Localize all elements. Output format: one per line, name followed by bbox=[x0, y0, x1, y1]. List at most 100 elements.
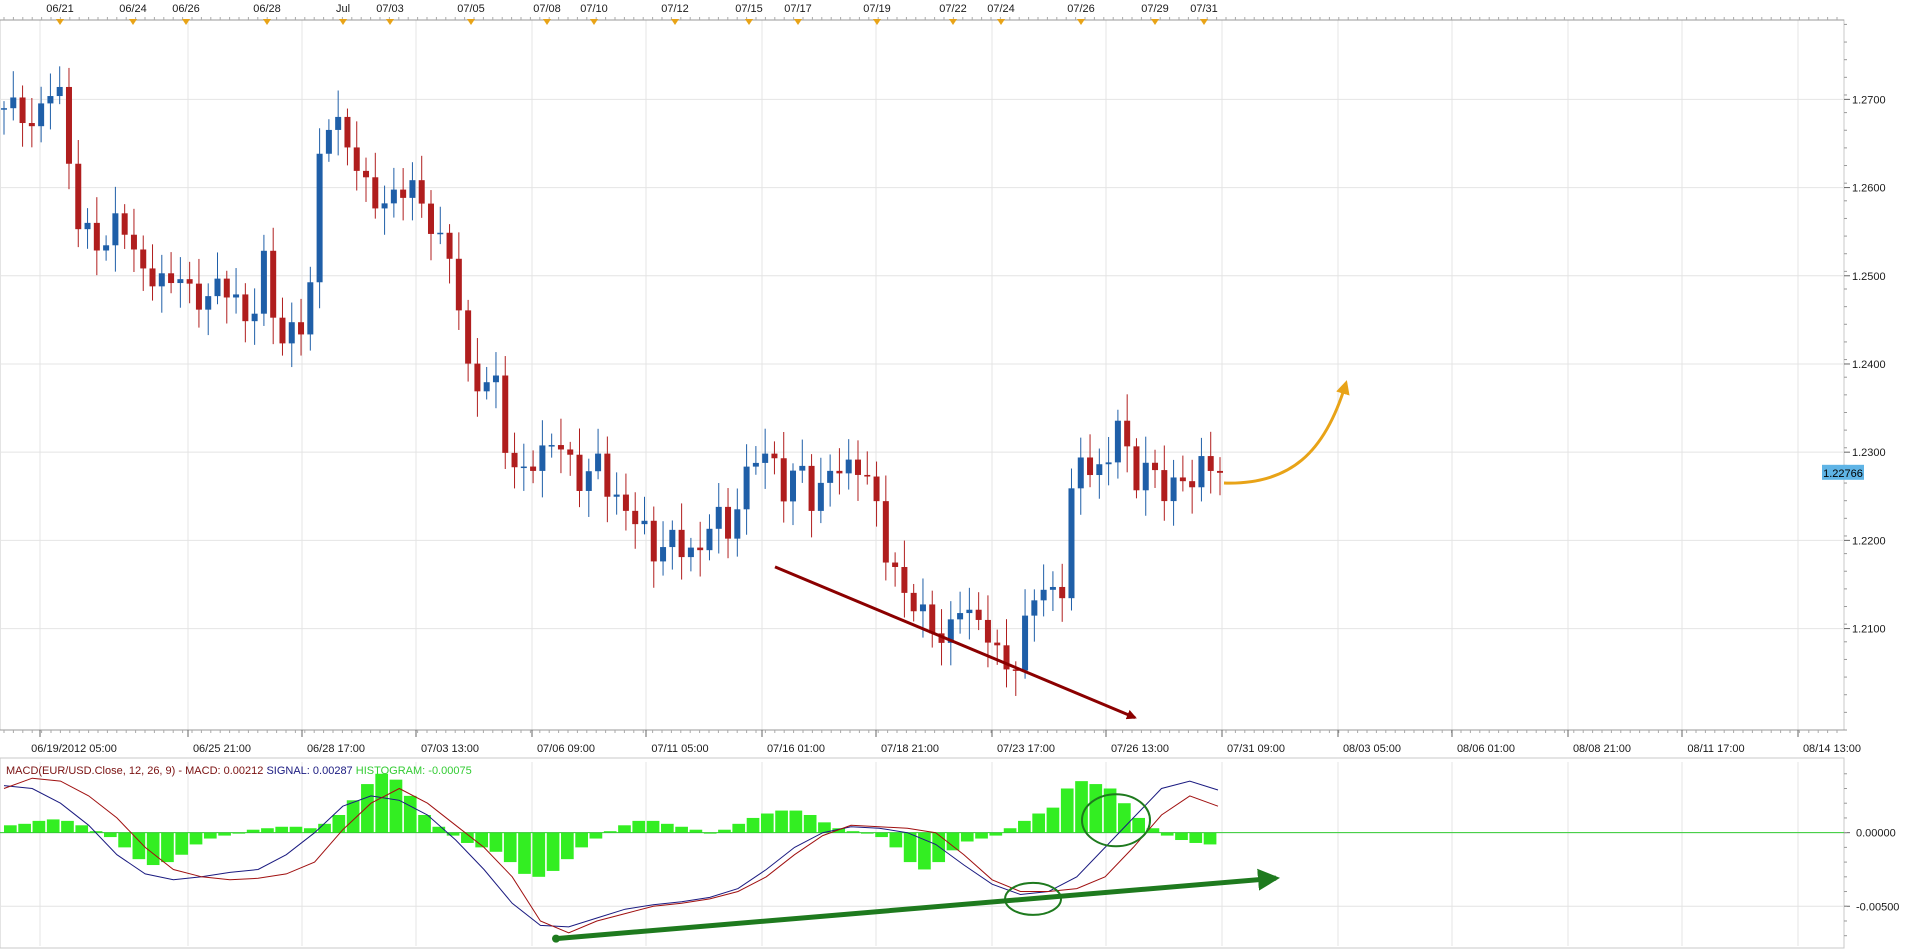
candle-down bbox=[854, 459, 861, 475]
price-plot-area bbox=[0, 19, 1845, 731]
histogram-bar bbox=[1060, 788, 1074, 833]
candle-down bbox=[632, 510, 639, 525]
candle-down bbox=[1189, 481, 1196, 488]
macd-y-axis: 0.00000 -0.00500 bbox=[1844, 773, 1899, 937]
price-y-axis: 1.2100 1.2200 1.2300 1.2400 1.2500 1.2600 1.27… bbox=[1844, 23, 1886, 731]
candle-up bbox=[492, 375, 499, 383]
candle-down bbox=[604, 453, 611, 497]
candle-down bbox=[808, 465, 815, 511]
candle-up bbox=[919, 604, 926, 612]
histogram-bar bbox=[4, 825, 17, 833]
histogram-bar bbox=[189, 832, 203, 845]
candle-up bbox=[10, 97, 17, 109]
macd-y-tick-label: -0.00500 bbox=[1856, 901, 1899, 913]
candle-down bbox=[242, 294, 249, 322]
top-date-label: 07/26 bbox=[1067, 3, 1095, 15]
candle-up bbox=[103, 245, 110, 251]
y-tick-label: 1.2100 bbox=[1852, 624, 1886, 636]
candle-up bbox=[715, 506, 722, 529]
histogram-bar bbox=[361, 784, 374, 833]
histogram-bar bbox=[75, 825, 89, 833]
macd-title: MACD(EUR/USD.Close, 12, 26, 9) - MACD: 0… bbox=[6, 765, 472, 777]
candle-down bbox=[279, 317, 286, 344]
candle-up bbox=[1077, 457, 1084, 489]
histogram-bar bbox=[960, 832, 974, 842]
candle-up bbox=[84, 222, 91, 230]
candle-up bbox=[585, 471, 592, 491]
top-date-label: 07/10 bbox=[580, 3, 608, 15]
candle-up bbox=[548, 445, 555, 447]
candle-up bbox=[307, 282, 314, 335]
candle-down bbox=[1133, 446, 1140, 491]
last-price-tag: 1.22766 bbox=[1822, 464, 1864, 480]
histogram-bar bbox=[389, 779, 403, 833]
candle-down bbox=[1059, 586, 1066, 599]
histogram-bar bbox=[1203, 832, 1217, 845]
candle-down bbox=[149, 268, 156, 287]
candle-down bbox=[186, 279, 193, 284]
y-tick-label: 1.2200 bbox=[1852, 535, 1886, 547]
candle-down bbox=[725, 506, 732, 539]
y-tick-label: 1.2300 bbox=[1852, 447, 1886, 459]
candle-up bbox=[38, 103, 45, 127]
candle-down bbox=[353, 147, 360, 171]
histogram-bar bbox=[732, 823, 746, 833]
histogram-value-label: HISTOGRAM: -0.00075 bbox=[356, 765, 472, 777]
candle-up bbox=[641, 520, 648, 525]
top-date-label: 07/22 bbox=[939, 3, 967, 15]
candle-down bbox=[418, 180, 425, 204]
candle-down bbox=[557, 445, 564, 450]
candle-up bbox=[335, 116, 342, 130]
candle-up bbox=[158, 273, 165, 287]
histogram-bar bbox=[332, 814, 346, 833]
histogram-bar bbox=[618, 825, 631, 833]
candle-up bbox=[1142, 462, 1149, 491]
candle-down bbox=[1124, 420, 1131, 447]
histogram-bar bbox=[489, 832, 503, 852]
candle-up bbox=[595, 453, 602, 472]
candle-up bbox=[177, 279, 184, 284]
histogram-bar bbox=[632, 820, 646, 833]
candle-down bbox=[75, 163, 82, 230]
macd-label-prefix: MACD(EUR/USD.Close, 12, 26, 9) bbox=[6, 765, 175, 777]
candle-down bbox=[530, 466, 537, 471]
candle-up bbox=[1096, 464, 1103, 476]
histogram-bar bbox=[975, 832, 988, 839]
candle-down bbox=[19, 97, 26, 124]
histogram-bar bbox=[1018, 820, 1031, 833]
candle-up bbox=[613, 494, 620, 497]
candle-up bbox=[752, 462, 759, 467]
histogram-bar bbox=[418, 814, 431, 833]
top-date-label: 06/24 bbox=[119, 3, 147, 15]
candle-down bbox=[975, 609, 982, 620]
histogram-bar bbox=[889, 832, 903, 848]
candle-down bbox=[1217, 470, 1223, 473]
top-date-label: 07/31 bbox=[1190, 3, 1218, 15]
candle-up bbox=[437, 232, 444, 235]
macd-arrow-start-dot bbox=[552, 934, 560, 943]
candle-up bbox=[743, 466, 750, 510]
top-date-label: 07/12 bbox=[661, 3, 689, 15]
candle-up bbox=[1049, 586, 1056, 590]
candle-up bbox=[966, 609, 973, 614]
signal-value-label: SIGNAL: 0.00287 bbox=[266, 765, 352, 777]
candle-down bbox=[780, 458, 787, 502]
candle-up bbox=[669, 529, 676, 548]
candle-down bbox=[910, 592, 917, 612]
histogram-bar bbox=[46, 819, 60, 833]
bottom-time-label: 07/31 09:00 bbox=[1227, 743, 1285, 755]
histogram-bar bbox=[1003, 828, 1017, 833]
histogram-bar bbox=[946, 832, 960, 851]
top-date-label: 07/17 bbox=[784, 3, 812, 15]
histogram-bar bbox=[875, 832, 888, 838]
candle-down bbox=[622, 494, 629, 511]
candle-up bbox=[1068, 488, 1075, 599]
candle-up bbox=[706, 528, 713, 551]
histogram-bar bbox=[1032, 813, 1046, 833]
histogram-bar bbox=[32, 820, 46, 833]
top-date-label: 07/03 bbox=[376, 3, 404, 15]
macd-y-tick-label: 0.00000 bbox=[1856, 828, 1896, 840]
candle-down bbox=[511, 452, 518, 468]
candle-up bbox=[845, 459, 852, 474]
candle-down bbox=[929, 604, 936, 634]
